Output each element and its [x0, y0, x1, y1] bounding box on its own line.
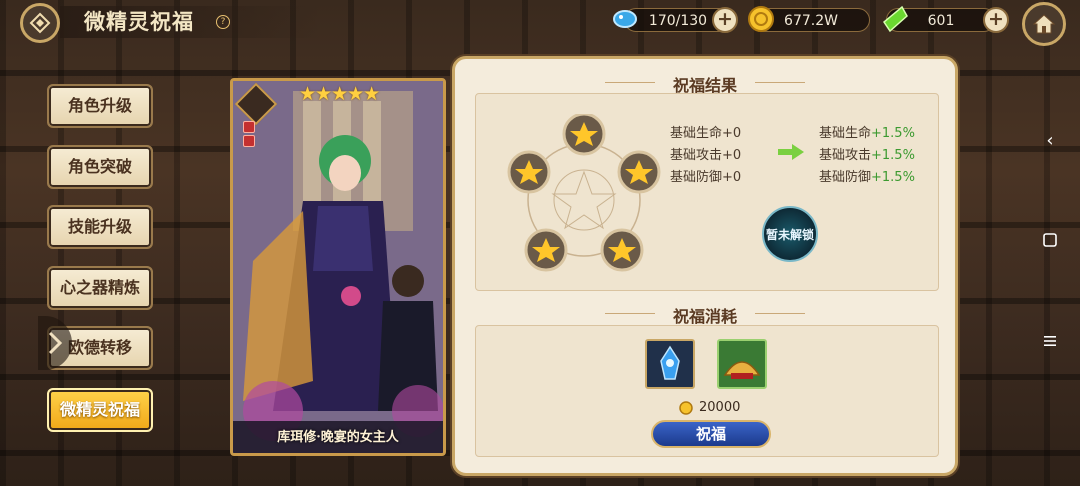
- crystal-creature-icon[interactable]: [645, 339, 695, 389]
- side-drawer-handle[interactable]: [38, 316, 72, 370]
- menu-sprite-blessing[interactable]: 微精灵祝福: [47, 388, 153, 432]
- gold-pile-art: [723, 361, 761, 379]
- stat-value: +1.5%: [871, 126, 915, 141]
- current-hp-stat: 基础生命+0: [670, 122, 741, 141]
- home-icon: [1032, 14, 1056, 34]
- star-node-left: [507, 150, 551, 194]
- element-gem-icon: [243, 121, 255, 133]
- back-button[interactable]: [20, 3, 60, 43]
- locked-label: 暂未解锁: [765, 227, 814, 242]
- character-portrait: [233, 81, 443, 453]
- character-name: 库珥修·晚宴的女主人: [277, 430, 399, 445]
- stat-value: +0: [722, 170, 742, 185]
- stat-label: 基础防御: [670, 170, 723, 185]
- blessing-panel: 祝福结果 基础生命+0 基础攻击+0 基础防御+0 基础生命+1.5% 基础攻击…: [452, 56, 958, 476]
- help-icon[interactable]: ?: [216, 15, 230, 29]
- locked-slot[interactable]: 暂未解锁: [762, 206, 818, 262]
- bless-button[interactable]: 祝福: [651, 420, 771, 448]
- gold-pile-icon[interactable]: [717, 339, 767, 389]
- character-card[interactable]: ★★★★★ 库珥修·晚宴的女主人: [230, 78, 446, 456]
- stat-value: +1.5%: [871, 148, 915, 163]
- current-atk-stat: 基础攻击+0: [670, 144, 741, 163]
- menu-heart-refine[interactable]: 心之器精炼: [47, 266, 153, 310]
- energy-value: 170/130: [648, 13, 708, 29]
- star-rating: ★★★★★: [299, 83, 380, 105]
- menu-character-upgrade[interactable]: 角色升级: [47, 84, 153, 128]
- gem-value: 601: [927, 13, 955, 29]
- stat-label: 基础攻击: [670, 148, 723, 163]
- gold-coin-icon: [748, 6, 774, 32]
- energy-fish-icon: [613, 10, 637, 28]
- result-box: 基础生命+0 基础攻击+0 基础防御+0 基础生命+1.5% 基础攻击+1.5%…: [475, 93, 939, 291]
- cost-section-title: 祝福消耗: [672, 307, 737, 326]
- blessing-star-circle: [507, 114, 661, 272]
- crystal-creature-art: [660, 345, 680, 380]
- gold-coin-icon: [679, 401, 693, 415]
- stat-value: +1.5%: [871, 170, 915, 185]
- stat-label: 基础攻击: [819, 148, 872, 163]
- arrow-right-icon: [778, 144, 804, 160]
- stat-value: +0: [722, 148, 742, 163]
- hamburger-icon: [1044, 336, 1056, 346]
- square-icon: [1043, 233, 1057, 247]
- page-title: 微精灵祝福: [84, 9, 194, 34]
- star-node-bottom-left: [524, 228, 568, 272]
- stat-label: 基础防御: [819, 170, 872, 185]
- element-gem-icon: [243, 135, 255, 147]
- coin-cost: 20000: [699, 400, 741, 415]
- system-home-icon[interactable]: [1030, 231, 1070, 252]
- next-atk-stat: 基础攻击+1.5%: [819, 144, 915, 163]
- gold-value: 677.2W: [784, 13, 838, 29]
- stat-label: 基础生命: [670, 126, 723, 141]
- stat-value: +0: [722, 126, 742, 141]
- star-node-bottom-right: [600, 228, 644, 272]
- star-node-top: [562, 114, 606, 156]
- current-def-stat: 基础防御+0: [670, 166, 741, 185]
- chevron-right-icon: [48, 331, 63, 355]
- next-hp-stat: 基础生命+1.5%: [819, 122, 915, 141]
- menu-character-breakthrough[interactable]: 角色突破: [47, 145, 153, 189]
- next-def-stat: 基础防御+1.5%: [819, 166, 915, 185]
- menu-skill-upgrade[interactable]: 技能升级: [47, 205, 153, 249]
- add-energy-button[interactable]: +: [712, 7, 738, 33]
- stat-label: 基础生命: [819, 126, 872, 141]
- add-gem-button[interactable]: +: [983, 7, 1009, 33]
- green-gem-icon: [883, 5, 908, 33]
- home-button[interactable]: [1022, 2, 1066, 46]
- system-menu-icon[interactable]: [1030, 332, 1070, 353]
- system-back-icon[interactable]: ‹: [1030, 130, 1070, 151]
- star-node-right: [617, 150, 661, 194]
- diamond-back-icon: [29, 12, 51, 34]
